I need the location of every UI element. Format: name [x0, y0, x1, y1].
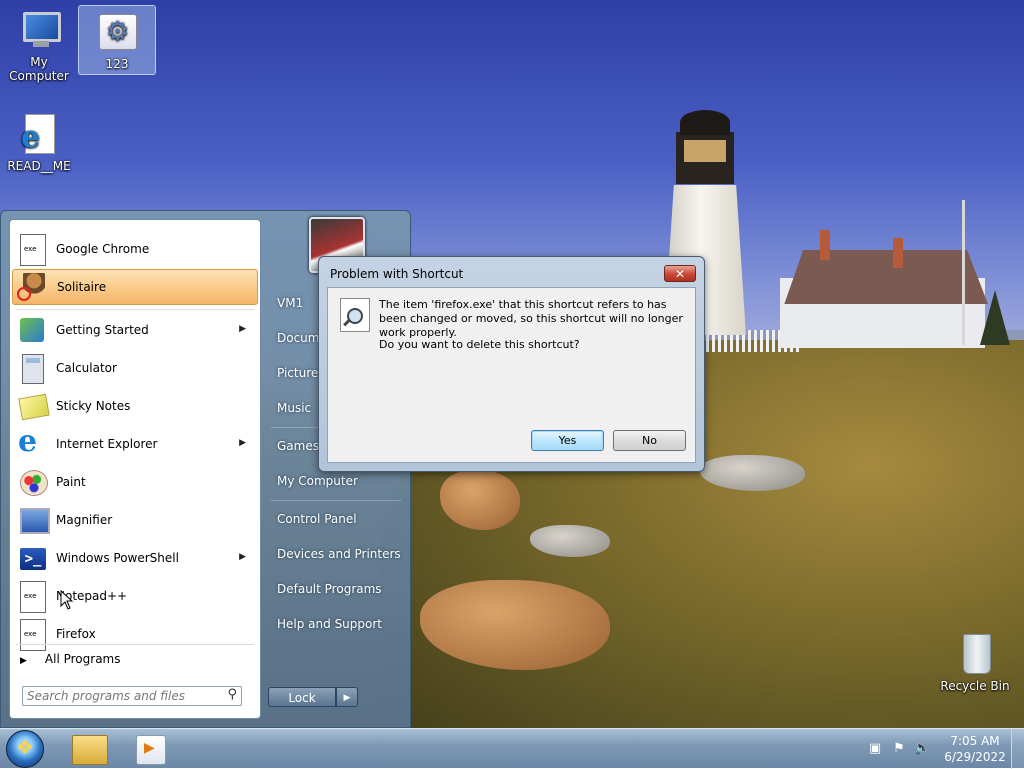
lock-button[interactable]: Lock — [268, 687, 336, 707]
settings-shortcut-icon — [93, 10, 141, 54]
calculator-icon — [16, 352, 48, 384]
submenu-arrow-icon: ▶ — [239, 324, 246, 334]
program-label: Paint — [56, 475, 86, 489]
house-roof — [784, 250, 988, 304]
program-calculator[interactable]: Calculator — [12, 350, 258, 386]
paint-icon — [16, 466, 48, 498]
network-icon[interactable]: ▣ — [867, 741, 883, 757]
problem-with-shortcut-dialog: Problem with Shortcut ✕ The item 'firefo… — [318, 256, 705, 472]
clock-date[interactable]: 6/29/2022 — [940, 750, 1010, 764]
right-item-games[interactable]: Games — [277, 439, 319, 453]
right-item-my-computer[interactable]: My Computer — [277, 474, 358, 488]
program-internet-explorer[interactable]: e Internet Explorer ▶ — [12, 424, 258, 462]
chimney — [893, 238, 903, 268]
recycle-bin-icon — [951, 632, 999, 676]
dialog-title: Problem with Shortcut — [330, 267, 464, 281]
dialog-message: The item 'firefox.exe' that this shortcu… — [379, 298, 683, 339]
windows-explorer-icon[interactable] — [72, 735, 108, 765]
search-icon[interactable]: ⚲ — [227, 687, 237, 702]
right-item-control-panel[interactable]: Control Panel — [277, 512, 357, 526]
program-label: Getting Started — [56, 323, 149, 337]
program-label: Internet Explorer — [56, 437, 158, 451]
dialog-question: Do you want to delete this shortcut? — [379, 338, 580, 351]
volume-icon[interactable]: 🔈 — [914, 741, 930, 757]
internet-explorer-icon: e — [18, 424, 38, 459]
desktop-icon-readme[interactable]: e READ__ME — [1, 112, 77, 173]
powershell-icon: >_ — [16, 542, 48, 574]
chimney — [820, 230, 830, 260]
dialog-body: The item 'firefox.exe' that this shortcu… — [327, 287, 696, 463]
all-programs-label: All Programs — [44, 652, 121, 666]
mouse-pointer-icon — [60, 590, 74, 610]
yes-button[interactable]: Yes — [531, 430, 604, 451]
desktop-icon-label: 123 — [105, 57, 129, 71]
lighthouse-dome — [680, 110, 730, 135]
show-desktop-button[interactable] — [1011, 729, 1024, 769]
flag-mast — [962, 200, 965, 345]
program-windows-powershell[interactable]: >_ Windows PowerShell ▶ — [12, 540, 258, 576]
desktop-icon-recycle-bin[interactable]: Recycle Bin — [937, 632, 1013, 693]
divider — [16, 309, 254, 310]
desktop-icon-123[interactable]: 123 — [78, 5, 156, 75]
divider — [16, 644, 254, 645]
action-center-flag-icon[interactable]: ⚑ — [891, 741, 907, 757]
media-player-icon[interactable] — [136, 735, 166, 765]
no-button[interactable]: No — [613, 430, 686, 451]
program-sticky-notes[interactable]: Sticky Notes — [12, 388, 258, 424]
desktop-icon-my-computer[interactable]: My Computer — [1, 8, 77, 83]
divider — [271, 500, 401, 501]
exe-icon — [16, 618, 48, 651]
shutdown-options-arrow-icon[interactable]: ▶ — [336, 687, 358, 707]
right-item-devices-and-printers[interactable]: Devices and Printers — [277, 547, 401, 561]
program-label: Google Chrome — [56, 242, 150, 256]
clock-time[interactable]: 7:05 AM — [945, 734, 1005, 748]
sticky-notes-icon — [16, 390, 50, 422]
all-programs-button[interactable]: ▶ All Programs — [20, 652, 121, 666]
right-item-default-programs[interactable]: Default Programs — [277, 582, 382, 596]
exe-icon — [16, 580, 48, 613]
right-item-music[interactable]: Music — [277, 401, 311, 415]
desktop-icon-label: My Computer — [9, 55, 69, 83]
close-button[interactable]: ✕ — [664, 265, 696, 282]
program-getting-started[interactable]: Getting Started ▶ — [12, 312, 258, 348]
program-solitaire[interactable]: Solitaire — [12, 269, 258, 305]
search-placeholder: Search programs and files — [27, 689, 185, 703]
program-label: Windows PowerShell — [56, 551, 179, 565]
program-label: Firefox — [56, 627, 96, 641]
submenu-arrow-icon: ▶ — [239, 552, 246, 562]
desktop-icon-label: Recycle Bin — [940, 679, 1010, 693]
program-google-chrome[interactable]: Google Chrome — [12, 231, 258, 267]
internet-explorer-icon: e — [15, 112, 63, 156]
start-menu-programs-pane: Google Chrome Solitaire Getting Started … — [9, 219, 261, 719]
search-document-icon — [340, 298, 370, 332]
program-paint[interactable]: Paint — [12, 464, 258, 500]
lighthouse-glass — [684, 140, 726, 162]
program-label: Magnifier — [56, 513, 113, 527]
program-label: Solitaire — [57, 280, 107, 294]
getting-started-icon — [16, 314, 48, 346]
submenu-arrow-icon: ▶ — [239, 438, 246, 448]
search-input[interactable]: Search programs and files ⚲ — [22, 686, 242, 706]
exe-icon — [16, 233, 48, 266]
desktop-icon-label: READ__ME — [7, 159, 71, 173]
program-firefox[interactable]: Firefox — [12, 616, 258, 652]
program-label: Calculator — [56, 361, 117, 375]
solitaire-icon — [17, 271, 49, 303]
computer-icon — [15, 8, 63, 52]
program-label: Sticky Notes — [56, 399, 131, 413]
expand-arrow-icon: ▶ — [20, 656, 27, 666]
program-magnifier[interactable]: Magnifier — [12, 502, 258, 538]
right-item-help-and-support[interactable]: Help and Support — [277, 617, 382, 631]
taskbar: ▣ ⚑ 🔈 7:05 AM 6/29/2022 — [0, 728, 1024, 769]
program-notepad-plus-plus[interactable]: Notepad++ — [12, 578, 258, 614]
start-button[interactable] — [6, 730, 44, 768]
right-item-vm1[interactable]: VM1 — [277, 296, 303, 310]
magnifier-icon — [16, 504, 50, 536]
